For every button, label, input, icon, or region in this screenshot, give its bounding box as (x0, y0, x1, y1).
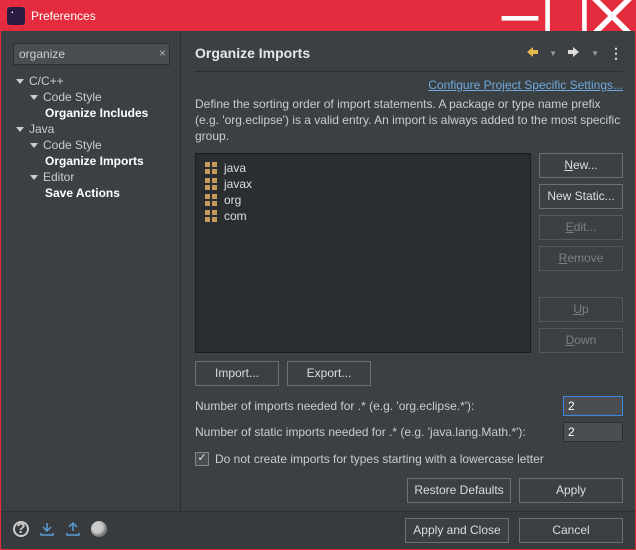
app-icon (7, 7, 25, 25)
static-threshold-label: Number of static imports needed for .* (… (195, 425, 557, 439)
list-item[interactable]: com (202, 208, 524, 224)
imports-threshold-label: Number of imports needed for .* (e.g. 'o… (195, 399, 557, 413)
package-icon (204, 161, 218, 175)
chevron-down-icon (29, 140, 39, 150)
minimize-button[interactable] (497, 1, 543, 31)
arrow-right-icon (567, 45, 581, 59)
imports-threshold-input[interactable] (563, 396, 623, 416)
tree-item-java[interactable]: Java (9, 121, 180, 137)
tree-item-java-editor[interactable]: Editor (9, 169, 180, 185)
chevron-down-icon (15, 124, 25, 134)
footer: ? Apply and Close Cancel (1, 511, 635, 549)
description-text: Define the sorting order of import state… (195, 96, 623, 145)
arrow-left-icon (525, 45, 539, 59)
window-title: Preferences (31, 9, 497, 23)
forward-button[interactable] (567, 45, 581, 62)
tree-item-save-actions[interactable]: Save Actions (9, 185, 180, 201)
new-static-button[interactable]: New Static... (539, 184, 623, 209)
remove-button[interactable]: Remove (539, 246, 623, 271)
import-order-list[interactable]: javajavaxorgcom (195, 153, 531, 353)
maximize-button[interactable] (543, 1, 589, 31)
tree-item-ccpp[interactable]: C/C++ (9, 73, 180, 89)
back-menu-button[interactable]: ▼ (549, 49, 557, 58)
list-item[interactable]: javax (202, 176, 524, 192)
import-button[interactable]: Import... (195, 361, 279, 386)
clear-filter-icon[interactable]: × (159, 46, 166, 60)
import-prefs-button[interactable] (39, 521, 55, 540)
chevron-down-icon (15, 76, 25, 86)
tree-item-java-codestyle[interactable]: Code Style (9, 137, 180, 153)
import-icon (39, 521, 55, 537)
page-title: Organize Imports (195, 45, 310, 61)
new-button[interactable]: New... (539, 153, 623, 178)
list-item[interactable]: org (202, 192, 524, 208)
export-button[interactable]: Export... (287, 361, 371, 386)
edit-button[interactable]: Edit... (539, 215, 623, 240)
lowercase-checkbox-label: Do not create imports for types starting… (215, 452, 544, 466)
chevron-down-icon (29, 92, 39, 102)
view-menu-button[interactable]: ⋮ (609, 45, 623, 62)
oomph-icon[interactable] (91, 521, 107, 537)
filter-input[interactable] (13, 43, 170, 65)
down-button[interactable]: Down (539, 328, 623, 353)
restore-defaults-button[interactable]: Restore Defaults (407, 478, 511, 503)
sidebar: × C/C++ Code Style Organize Includes Jav… (1, 31, 181, 511)
close-button[interactable] (589, 1, 635, 31)
tree-item-ccpp-codestyle[interactable]: Code Style (9, 89, 180, 105)
chevron-down-icon (29, 172, 39, 182)
project-specific-link[interactable]: Configure Project Specific Settings... (428, 78, 623, 92)
export-icon (65, 521, 81, 537)
main: Organize Imports ▼ ▼ ⋮ Configure Project… (181, 31, 635, 511)
package-icon (204, 177, 218, 191)
package-icon (204, 193, 218, 207)
static-threshold-input[interactable] (563, 422, 623, 442)
tree-item-organize-imports[interactable]: Organize Imports (9, 153, 180, 169)
back-button[interactable] (525, 45, 539, 62)
apply-and-close-button[interactable]: Apply and Close (405, 518, 509, 543)
apply-button[interactable]: Apply (519, 478, 623, 503)
preference-tree[interactable]: C/C++ Code Style Organize Includes Java … (9, 73, 180, 201)
forward-menu-button[interactable]: ▼ (591, 49, 599, 58)
help-button[interactable]: ? (13, 521, 29, 537)
tree-item-organize-includes[interactable]: Organize Includes (9, 105, 180, 121)
up-button[interactable]: Up (539, 297, 623, 322)
list-item[interactable]: java (202, 160, 524, 176)
package-icon (204, 209, 218, 223)
cancel-button[interactable]: Cancel (519, 518, 623, 543)
lowercase-checkbox[interactable]: ✓ (195, 452, 209, 466)
titlebar: Preferences (1, 1, 635, 31)
export-prefs-button[interactable] (65, 521, 81, 540)
